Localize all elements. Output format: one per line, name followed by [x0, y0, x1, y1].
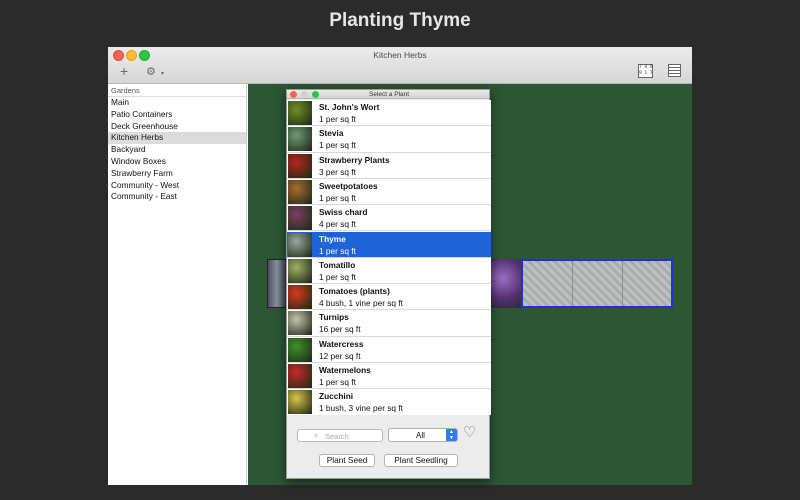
list-view-icon[interactable] — [668, 64, 681, 77]
plant-row[interactable]: Watermelons 1 per sq ft — [287, 363, 491, 390]
plant-row[interactable]: Watercress 12 per sq ft — [287, 337, 491, 363]
plant-spacing: 1 bush, 3 vine per sq ft — [319, 403, 403, 414]
plant-row[interactable]: Strawberry Plants 3 per sq ft — [287, 153, 491, 179]
sidebar-item-window-boxes[interactable]: Window Boxes — [108, 156, 246, 168]
plant-row[interactable]: Turnips 16 per sq ft — [287, 310, 491, 337]
plant-thumbnail — [288, 258, 312, 283]
select-arrows-icon: ▲ ▼ — [446, 429, 457, 441]
plant-thumbnail — [288, 337, 312, 362]
add-garden-button[interactable]: + — [120, 64, 128, 78]
plant-row[interactable]: St. John's Wort 1 per sq ft — [287, 100, 491, 127]
plant-thumbnail — [288, 206, 312, 231]
sidebar-header: Gardens — [108, 84, 246, 97]
plant-name: Turnips — [319, 312, 349, 323]
plant-thumbnail — [288, 390, 312, 415]
select-plant-panel: Select a Plant St. John's Wort 1 per sq f… — [286, 89, 491, 479]
plant-row[interactable]: Tomatoes (plants) 4 bush, 1 vine per sq f… — [287, 284, 491, 311]
sidebar-item-kitchen-herbs[interactable]: Kitchen Herbs — [108, 132, 246, 145]
plant-name: Swiss chard — [319, 207, 368, 218]
picker-titlebar[interactable]: Select a Plant — [287, 90, 489, 99]
plant-name: Strawberry Plants — [319, 154, 390, 165]
plant-name: Sweetpotatoes — [319, 180, 378, 191]
plant-thumbnail — [288, 101, 312, 125]
window-titlebar: Kitchen Herbs + ⚙ ▾ 7 4 9 9 1 7 — [108, 47, 692, 84]
grid-divider — [622, 261, 623, 306]
chevron-down-icon[interactable]: ▾ — [161, 68, 164, 80]
plant-name: Watercress — [319, 338, 364, 349]
sidebar-item-strawberry-farm[interactable]: Strawberry Farm — [108, 168, 246, 180]
plant-seedling-button[interactable]: Plant Seedling — [384, 454, 458, 467]
plant-spacing: 12 per sq ft — [319, 350, 361, 361]
search-box[interactable]: ⌕ — [297, 429, 383, 442]
plant-spacing: 16 per sq ft — [319, 324, 361, 335]
sidebar-item-deck-greenhouse[interactable]: Deck Greenhouse — [108, 121, 246, 133]
filter-select[interactable]: All ▲ ▼ — [388, 428, 458, 442]
plant-row[interactable]: Zucchini 1 bush, 3 vine per sq ft — [287, 389, 491, 415]
headline: Planting Thyme — [329, 10, 471, 31]
plant-thumbnail — [288, 127, 312, 152]
search-icon: ⌕ — [314, 431, 319, 440]
plant-spacing: 3 per sq ft — [319, 166, 356, 177]
garden-bed-tile[interactable] — [491, 259, 521, 308]
plant-thumbnail — [288, 179, 312, 204]
plant-spacing: 4 per sq ft — [319, 219, 356, 230]
plant-spacing: 1 per sq ft — [319, 192, 356, 203]
grid-view-icon-text: 7 4 9 9 1 7 — [639, 65, 653, 76]
plant-spacing: 1 per sq ft — [319, 271, 356, 282]
search-input[interactable] — [325, 431, 380, 441]
plant-spacing: 1 per sq ft — [319, 377, 356, 387]
gear-icon[interactable]: ⚙ — [146, 66, 156, 78]
plant-list[interactable]: St. John's Wort 1 per sq ft Stevia 1 per sq… — [287, 100, 491, 415]
sidebar-item-backyard[interactable]: Backyard — [108, 144, 246, 156]
picker-title: Select a Plant — [368, 91, 410, 98]
sidebar-item-community-west[interactable]: Community - West — [108, 180, 246, 192]
grid-divider — [572, 261, 573, 306]
plant-row[interactable]: Tomatillo 1 per sq ft — [287, 258, 491, 285]
plant-seed-button[interactable]: Plant Seed — [319, 454, 375, 467]
plant-spacing: 4 bush, 1 vine per sq ft — [319, 298, 403, 309]
plant-row[interactable]: Stevia 1 per sq ft — [287, 126, 491, 153]
plant-spacing: 1 per sq ft — [319, 114, 356, 124]
plant-row[interactable]: Sweetpotatoes 1 per sq ft — [287, 179, 491, 206]
grid-view-icon[interactable]: 7 4 9 9 1 7 — [638, 64, 653, 78]
plant-name: Watermelons — [319, 365, 371, 375]
plant-name: Thyme — [319, 233, 346, 244]
plant-thumbnail — [288, 285, 312, 310]
garden-bed-tile[interactable] — [267, 259, 287, 308]
window-title: Kitchen Herbs — [373, 50, 427, 60]
sidebar-item-patio-containers[interactable]: Patio Containers — [108, 109, 246, 121]
plant-thumbnail — [288, 311, 312, 336]
filter-value: All — [416, 431, 425, 440]
plant-thumbnail — [288, 232, 312, 257]
plant-name: St. John's Wort — [319, 102, 380, 112]
plant-row[interactable]: Thyme 1 per sq ft — [287, 231, 491, 258]
plant-name: Tomatoes (plants) — [319, 286, 390, 297]
gardens-sidebar: Gardens Main Patio Containers Deck Green… — [108, 84, 247, 485]
plant-spacing: 1 per sq ft — [319, 140, 356, 151]
sidebar-item-community-east[interactable]: Community - East — [108, 191, 246, 203]
garden-bed-thyme-selected[interactable] — [521, 259, 673, 308]
sidebar-item-main[interactable]: Main — [108, 97, 246, 109]
plant-row[interactable]: Swiss chard 4 per sq ft — [287, 205, 491, 232]
plant-name: Tomatillo — [319, 259, 356, 270]
plant-thumbnail — [288, 364, 312, 388]
plant-name: Zucchini — [319, 391, 354, 402]
plant-spacing: 1 per sq ft — [319, 245, 356, 256]
favorite-heart-icon[interactable]: ♡ — [463, 425, 476, 440]
plant-thumbnail — [288, 153, 312, 178]
plant-name: Stevia — [319, 128, 344, 139]
